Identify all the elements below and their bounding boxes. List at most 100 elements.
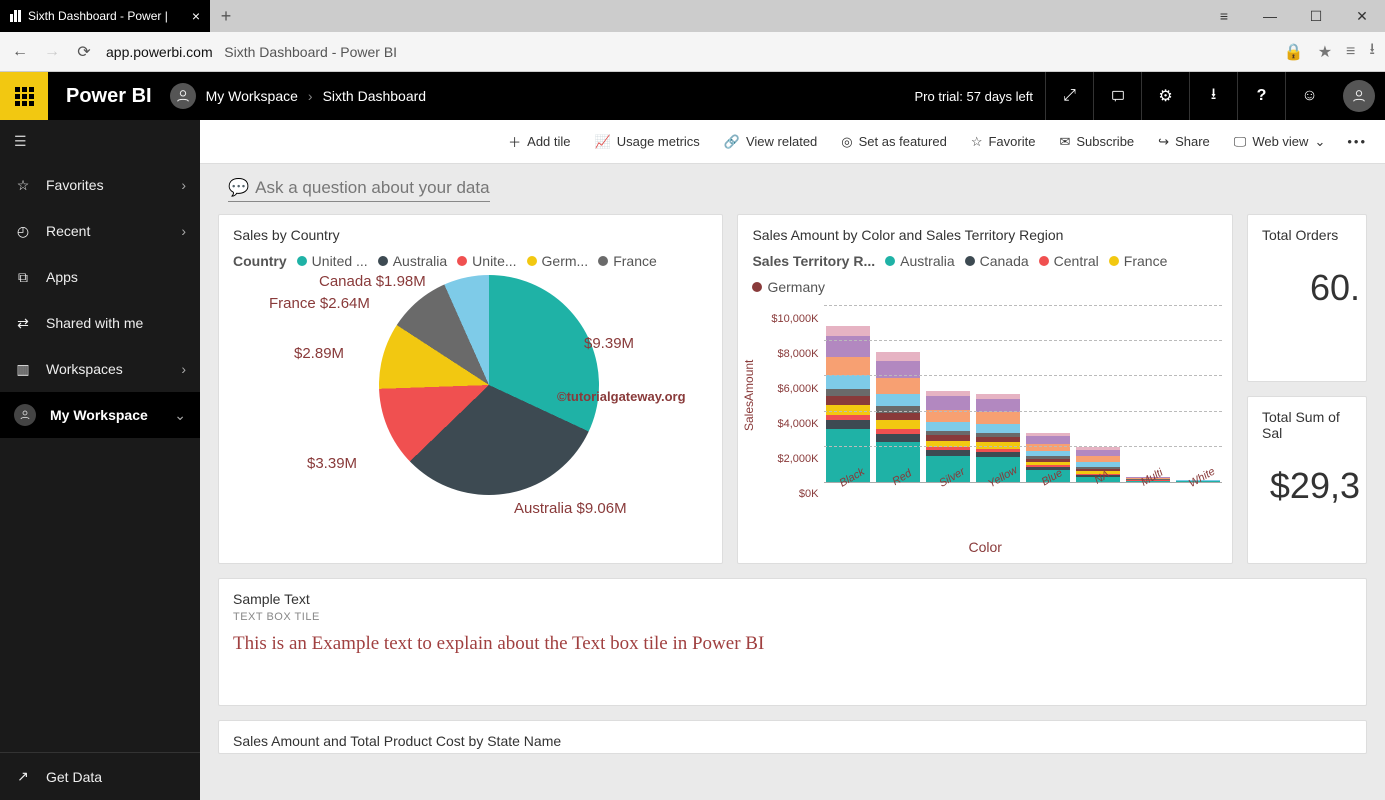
chevron-right-icon: › [181,177,186,193]
nav-apps[interactable]: ⧉ Apps [0,254,200,300]
browser-tab[interactable]: Sixth Dashboard - Power | × [0,0,210,32]
share-button[interactable]: ↪Share [1148,128,1220,156]
pie-legend: Country United ... Australia Unite... Ge… [219,247,722,275]
share-icon: ↪ [1158,134,1169,150]
more-options-button[interactable]: ••• [1339,128,1375,155]
tile-title: Sales Amount and Total Product Cost by S… [219,721,1366,753]
download-button[interactable]: ⭳ [1189,72,1237,120]
dashboard-toolbar: ＋Add tile 📈Usage metrics 🔗View related ◎… [200,120,1385,164]
fullscreen-button[interactable]: ⤢ [1045,72,1093,120]
card-value: $29,3 [1248,445,1366,507]
nav-label: Get Data [46,769,102,785]
tile-title: Sample Text [219,579,1366,611]
browser-address-bar: ← → ⟳ app.powerbi.com Sixth Dashboard - … [0,32,1385,72]
bar-legend: Sales Territory R... Australia Canada Ce… [738,247,1232,301]
pie-chart: Canada $1.98M France $2.64M $2.89M $3.39… [219,275,722,525]
tile-subtitle: TEXT BOX TILE [219,611,1366,629]
tile-sales-by-country[interactable]: Sales by Country Country United ... Aust… [218,214,723,564]
main-area: ＋Add tile 📈Usage metrics 🔗View related ◎… [200,120,1385,800]
usage-metrics-button[interactable]: 📈Usage metrics [585,128,710,156]
left-nav: ☰ ☆ Favorites › ◴ Recent › ⧉ Apps ⇄ Shar… [0,120,200,800]
tile-sales-by-state[interactable]: Sales Amount and Total Product Cost by S… [218,720,1367,754]
app-launcher-button[interactable] [0,72,48,120]
tile-total-sum-sales[interactable]: Total Sum of Sal $29,3 [1247,396,1367,564]
tile-title: Total Orders [1248,215,1366,247]
legend-dot [297,256,307,266]
window-minimize-icon[interactable]: — [1247,0,1293,32]
chevron-right-icon: › [181,361,186,377]
url-display[interactable]: app.powerbi.com Sixth Dashboard - Power … [106,44,397,60]
star-icon: ☆ [14,177,32,194]
chevron-down-icon: ⌄ [174,407,186,424]
legend-dot [527,256,537,266]
qa-input[interactable]: 💬Ask a question about your data [200,164,1385,204]
tile-title: Sales Amount by Color and Sales Territor… [738,215,1232,247]
monitor-icon: 🖵 [1234,134,1247,150]
notifications-button[interactable] [1093,72,1141,120]
tile-textbox[interactable]: Sample Text TEXT BOX TILE This is an Exa… [218,578,1367,706]
help-button[interactable]: ? [1237,72,1285,120]
window-close-icon[interactable]: ✕ [1339,0,1385,32]
back-button[interactable]: ← [10,43,30,61]
card-value: 60. [1248,247,1366,309]
legend-dot [457,256,467,266]
waffle-icon [15,87,34,106]
get-data-button[interactable]: ↗ Get Data [0,752,200,800]
share-icon: ⇄ [14,315,32,332]
plus-icon: ＋ [508,132,521,151]
nav-label: Recent [46,223,90,239]
trial-status: Pro trial: 57 days left [915,89,1046,104]
person-icon [14,404,36,426]
chat-icon: 💬 [228,178,249,202]
add-tile-button[interactable]: ＋Add tile [498,126,580,157]
get-data-icon: ↗ [14,768,32,785]
workspaces-icon: ▥ [14,361,32,378]
apps-icon: ⧉ [14,269,32,286]
feedback-button[interactable]: ☺ [1285,72,1333,120]
tab-close-icon[interactable]: × [192,8,200,24]
forward-button: → [42,43,62,61]
brand-label: Power BI [48,85,170,108]
tab-title: Sixth Dashboard - Power | [28,9,168,23]
nav-label: Shared with me [46,315,143,331]
favorite-icon[interactable]: ★ [1318,42,1332,62]
tile-total-orders[interactable]: Total Orders 60. [1247,214,1367,382]
clock-icon: ◴ [14,223,32,240]
nav-label: Favorites [46,177,104,193]
nav-favorites[interactable]: ☆ Favorites › [0,162,200,208]
refresh-button[interactable]: ⟳ [74,42,94,62]
subscribe-button[interactable]: ✉Subscribe [1049,128,1144,156]
browser-menu-icon[interactable]: ≡ [1201,0,1247,32]
lock-icon: 🔒 [1284,42,1304,62]
nav-collapse-button[interactable]: ☰ [0,120,200,162]
bar-chart: SalesAmount $10,000K$8,000K$6,000K$4,000… [738,301,1232,551]
favorite-button[interactable]: ☆Favorite [961,128,1046,156]
workspace-avatar-icon [170,83,196,109]
settings-button[interactable]: ⚙ [1141,72,1189,120]
nav-label: My Workspace [50,407,148,423]
web-view-dropdown[interactable]: 🖵Web view ⌄ [1224,128,1336,156]
user-avatar[interactable] [1343,80,1375,112]
tile-sales-by-color[interactable]: Sales Amount by Color and Sales Territor… [737,214,1233,564]
tile-title: Sales by Country [219,215,722,247]
new-tab-button[interactable]: + [210,0,242,32]
mail-icon: ✉ [1059,134,1070,150]
nav-workspaces[interactable]: ▥ Workspaces › [0,346,200,392]
window-titlebar: Sixth Dashboard - Power | × + ≡ — ☐ ✕ [0,0,1385,32]
chevron-right-icon: › [308,88,313,104]
nav-my-workspace[interactable]: My Workspace ⌄ [0,392,200,438]
nav-recent[interactable]: ◴ Recent › [0,208,200,254]
breadcrumb: My Workspace › Sixth Dashboard [170,83,427,109]
nav-label: Workspaces [46,361,123,377]
reading-list-icon[interactable]: ≡ [1346,43,1355,61]
download-icon[interactable]: ⭳ [1369,38,1375,65]
set-featured-button[interactable]: ◎Set as featured [831,128,957,156]
chart-icon: 📈 [595,134,611,150]
view-related-button[interactable]: 🔗View related [714,128,828,156]
textbox-body: This is an Example text to explain about… [219,629,1366,665]
powerbi-icon [10,10,22,22]
breadcrumb-workspace[interactable]: My Workspace [206,88,298,104]
chevron-down-icon: ⌄ [1314,134,1325,150]
window-maximize-icon[interactable]: ☐ [1293,0,1339,32]
nav-shared[interactable]: ⇄ Shared with me [0,300,200,346]
